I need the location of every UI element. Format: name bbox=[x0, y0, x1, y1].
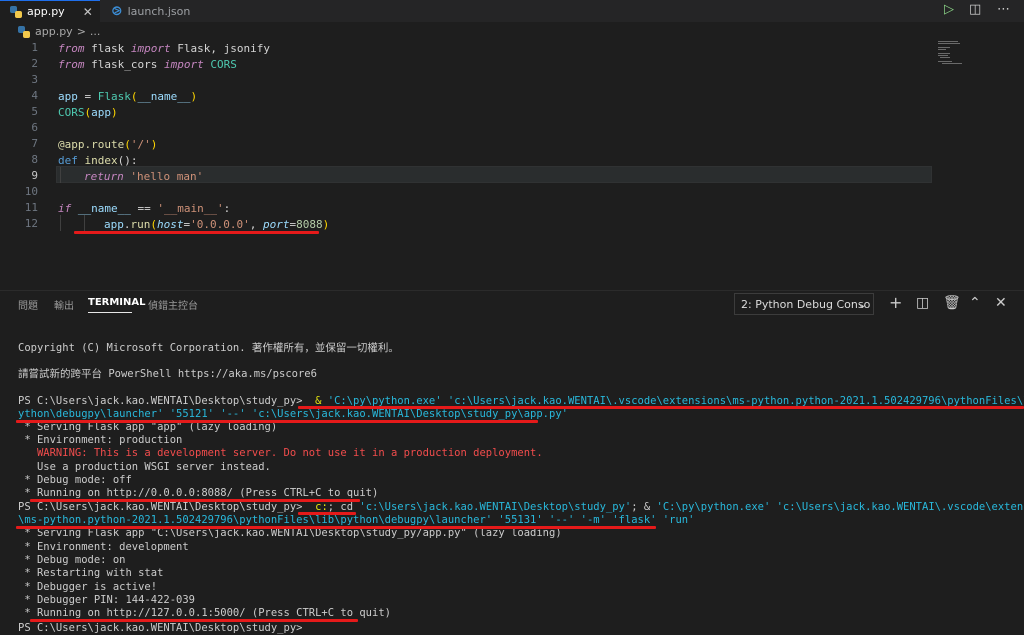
red-underline-annotation bbox=[16, 420, 538, 423]
red-underline-annotation bbox=[74, 231, 319, 234]
terminal-select[interactable]: 2: Python Debug Conso ⌄ bbox=[734, 293, 874, 315]
python-file-icon bbox=[18, 25, 30, 38]
terminal-line: * Restarting with stat bbox=[18, 567, 164, 579]
line-number: 10 bbox=[24, 185, 38, 198]
indent-guide bbox=[60, 167, 61, 183]
breadcrumb-file[interactable]: app.py bbox=[35, 25, 73, 38]
tab-launch-json[interactable]: ⧁ launch.json bbox=[102, 0, 212, 22]
tab-output[interactable]: 輸出 bbox=[54, 297, 74, 312]
line-number: 9 bbox=[31, 169, 38, 182]
red-underline-annotation bbox=[30, 499, 360, 502]
tab-app-py[interactable]: app.py ✕ bbox=[0, 0, 100, 22]
split-terminal-icon[interactable]: ◫ bbox=[916, 295, 929, 311]
code-line: @app.route('/') bbox=[58, 138, 158, 151]
line-number: 1 bbox=[31, 41, 38, 54]
code-line: from flask import Flask, jsonify bbox=[58, 42, 270, 55]
tab-label: launch.json bbox=[127, 4, 191, 18]
line-number: 4 bbox=[31, 89, 38, 102]
new-terminal-icon[interactable]: + bbox=[889, 293, 902, 312]
terminal-line: Use a production WSGI server instead. bbox=[18, 461, 271, 473]
code-line: from flask_cors import CORS bbox=[58, 58, 237, 71]
red-underline-annotation bbox=[298, 512, 356, 515]
tab-problems[interactable]: 問題 bbox=[18, 297, 38, 312]
red-underline-annotation bbox=[30, 619, 358, 622]
indent-guide bbox=[84, 215, 85, 231]
minimap[interactable] bbox=[938, 41, 968, 65]
terminal-line: * Environment: production bbox=[18, 434, 183, 446]
red-underline-annotation bbox=[16, 526, 656, 529]
close-panel-icon[interactable]: ✕ bbox=[995, 295, 1007, 311]
terminal-line: 請嘗試新的跨平台 PowerShell https://aka.ms/pscor… bbox=[18, 368, 317, 380]
tab-terminal[interactable]: TERMINAL bbox=[88, 297, 146, 308]
line-number: 6 bbox=[31, 121, 38, 134]
tab-debug-console[interactable]: 偵錯主控台 bbox=[148, 297, 198, 312]
trash-icon[interactable]: 🗑 bbox=[943, 295, 961, 311]
more-actions-icon[interactable]: ⋯ bbox=[997, 2, 1010, 17]
code-line: CORS(app) bbox=[58, 106, 118, 119]
code-line: app = Flask(__name__) bbox=[58, 90, 198, 103]
vscode-file-icon: ⧁ bbox=[112, 3, 122, 18]
terminal-line: * Debugger PIN: 144-422-039 bbox=[18, 594, 196, 606]
run-icon[interactable]: ▷ bbox=[944, 2, 954, 17]
terminal-line: Copyright (C) Microsoft Corporation. 著作權… bbox=[18, 342, 399, 354]
bottom-panel: 問題 輸出 TERMINAL 偵錯主控台 2: Python Debug Con… bbox=[0, 290, 1024, 635]
code-editor[interactable]: 1 2 3 4 5 6 7 8 9 10 11 12 from flask im… bbox=[0, 41, 1024, 290]
split-editor-icon[interactable]: ◫ bbox=[969, 2, 981, 17]
tab-label: app.py bbox=[27, 5, 65, 18]
chevron-down-icon: ⌄ bbox=[857, 297, 867, 311]
line-number: 8 bbox=[31, 153, 38, 166]
python-file-icon bbox=[10, 5, 22, 18]
terminal-prompt[interactable]: PS C:\Users\jack.kao.WENTAI\Desktop\stud… bbox=[18, 622, 302, 635]
terminal-line: * Debug mode: off bbox=[18, 474, 132, 486]
line-number: 5 bbox=[31, 105, 38, 118]
code-line: return 'hello man' bbox=[84, 170, 204, 183]
editor-tab-bar: app.py ✕ ⧁ launch.json ▷ ◫ ⋯ bbox=[0, 0, 1024, 22]
line-number: 7 bbox=[31, 137, 38, 150]
breadcrumb: app.py > ... bbox=[0, 22, 1024, 41]
red-underline-annotation bbox=[298, 406, 1024, 409]
maximize-panel-icon[interactable]: ⌃ bbox=[969, 295, 981, 311]
active-tab-indicator bbox=[88, 312, 132, 313]
line-number: 2 bbox=[31, 57, 38, 70]
code-line: if __name__ == '__main__': bbox=[58, 202, 231, 215]
line-number: 12 bbox=[24, 217, 38, 230]
close-icon[interactable]: ✕ bbox=[83, 5, 93, 19]
terminal-line: PS C:\Users\jack.kao.WENTAI\Desktop\stud… bbox=[18, 501, 1024, 513]
terminal-line: * Debugger is active! bbox=[18, 581, 158, 593]
breadcrumb-separator: > bbox=[76, 25, 86, 38]
indent-guide bbox=[60, 215, 61, 231]
code-line: def index(): bbox=[58, 154, 138, 167]
terminal-select-value: 2: Python Debug Conso bbox=[741, 297, 871, 311]
breadcrumb-symbol[interactable]: ... bbox=[90, 25, 101, 38]
terminal-line: WARNING: This is a development server. D… bbox=[18, 447, 543, 459]
line-number: 3 bbox=[31, 73, 38, 86]
terminal-line: * Debug mode: on bbox=[18, 554, 126, 566]
terminal-line: * Environment: development bbox=[18, 541, 189, 553]
line-number: 11 bbox=[24, 201, 38, 214]
